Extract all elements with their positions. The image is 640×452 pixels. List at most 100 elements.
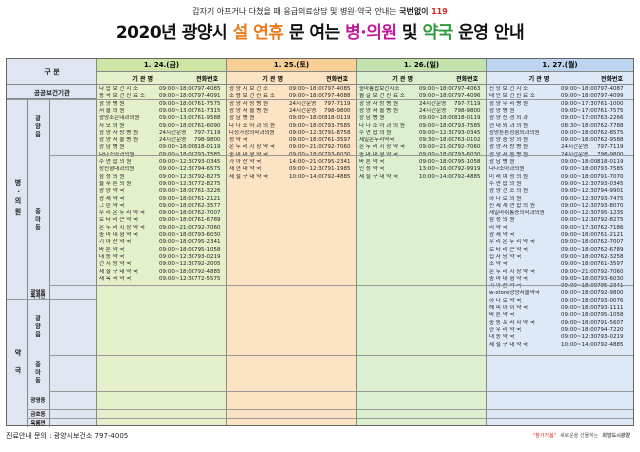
phone-number: 792-8275 (194, 173, 221, 180)
phone-number: 762-3577 (194, 202, 221, 209)
table-row: 제 철 구 내 약 국 10:00~14:00792-4885 (489, 342, 627, 353)
phone-number: 793-7585 (454, 122, 481, 129)
hours: 24시간운영 (561, 144, 589, 151)
col-name-4: 기 관 명 (528, 75, 550, 83)
hours: 09:00~12:30 (561, 195, 597, 202)
facility-name: 기 아 산 약 국 (99, 239, 132, 246)
hours: 09:00~18:00 (561, 159, 597, 165)
facility-name: 광 양 중 앙 의 원 (489, 137, 529, 144)
pharm-gwangyeong-label: 광영동 (30, 398, 46, 404)
hours: 13:00~16:00 (419, 166, 454, 173)
facility-name: 광 양 서 울 병 원 (359, 107, 399, 114)
facility-name: 광 양 서 울 병 원 (229, 107, 269, 114)
facility-name: 하 나 로 약 국 (489, 297, 522, 304)
hours: 09:00~12:30 (561, 217, 597, 224)
hours: 09:30~18:00 (419, 137, 454, 144)
phone-number: 761-2121 (194, 195, 221, 202)
facility-name: 광 양 시 보 건 소 (229, 86, 269, 92)
phone-number: 761-3597 (324, 137, 351, 144)
phone-number: 772-8275 (194, 180, 221, 187)
facility-name: 삼 성 의 원 (489, 217, 515, 224)
phone-number: 763-0102 (454, 137, 481, 144)
phone-number: 792-7060 (454, 144, 481, 151)
facility-name: 우 리 온 누 리 약 국 (489, 239, 535, 246)
hours: 09:00~12:30 (159, 253, 194, 260)
hours: 09:00~18:00 (561, 129, 597, 136)
hours: 09:00~18:00 (289, 122, 324, 129)
hours: 24시간운영 (289, 107, 317, 114)
col-phone-3: 전화번호 (456, 75, 479, 83)
col-name-3: 기 관 명 (392, 75, 414, 83)
hours: 09:00~18:00 (419, 86, 454, 92)
hours: 09:00~13:00 (159, 107, 194, 114)
facility-name: 수 연 합 의 원 (489, 180, 522, 187)
day-subheader-1: 기 관 명 전화번호 (97, 72, 226, 85)
phone-number: 793-0345 (597, 180, 624, 187)
hours: 09:00~18:00 (561, 261, 597, 268)
title-part-g: 운영 안내 (452, 23, 525, 43)
col-phone-2: 전화번호 (326, 75, 349, 83)
facility-name: 제 철 구 내 약 국 (229, 173, 269, 180)
facility-name: 그 린 약 국 (99, 202, 125, 209)
hours: 09:00~18:00 (159, 144, 194, 151)
facility-name: 조 약 국 (489, 261, 508, 268)
pharm-jungma-label: 중마동 (33, 361, 41, 385)
facility-name: 바 른 약 국 (489, 312, 515, 319)
phone-number: 793-0219 (194, 253, 221, 260)
hours: 09:00~18:00 (561, 305, 597, 311)
hours: 09:00~17:00 (561, 107, 597, 114)
day-subheader-3: 기 관 명 전화번호 (357, 72, 486, 85)
phone-number: 793-0076 (597, 297, 624, 304)
hosp-jungma-label: 중마동 (33, 208, 41, 232)
phone-number: 794-9901 (597, 188, 624, 195)
col-name-2: 기 관 명 (262, 75, 284, 83)
facility-name: 온 누 리 시 장 약 국 (489, 268, 535, 275)
phone-number: 792-2005 (194, 261, 221, 268)
phone-number: 761-1000 (597, 100, 624, 107)
phone-number: 792-9919 (454, 166, 481, 173)
phone-number: 795-1058 (597, 312, 624, 319)
facility-name: 광 양 사 랑 병 원 (489, 144, 529, 151)
facility-name: 십 자 당 약 국 (489, 253, 522, 260)
phone-number: 797-4087 (597, 86, 624, 92)
hours: 09:00~18:00 (561, 137, 597, 144)
facility-name: 광 양 서 울 병 원 (99, 137, 139, 144)
day-column-4: 1. 27.(월) 기 관 명 전화번호 진 상 보 건 지 소 09:00~18:… (487, 59, 633, 425)
public-label: 공공보건기관 (7, 85, 97, 99)
note-bold: 국번없이 (399, 7, 429, 16)
facility-name: 서 울 의 원 (99, 107, 125, 114)
phone-number: 798-9800 (454, 107, 481, 114)
phone-number: 762-7186 (597, 224, 624, 231)
hours: 09:00~18:00 (289, 137, 324, 144)
hours: 09:00~18:00 (561, 290, 597, 297)
phone-number: 762-3258 (597, 253, 624, 260)
facility-name: 하 나 로 의 원 (489, 195, 522, 202)
hours: 09:00~17:00 (561, 115, 597, 122)
day-column-3: 1. 26.(일) 기 관 명 전화번호 중마통합보건지소 09:00~18:007… (357, 59, 487, 425)
table-row: 제 철 구 내 약 국 10:00~14:00792-4885 (229, 174, 354, 185)
hours: 09:00~18:00 (159, 217, 194, 224)
hours: 09:00~18:00 (289, 86, 324, 92)
hours: 09:00~18:00 (159, 195, 194, 202)
hours: 09:00~12:30 (561, 202, 597, 209)
phone-number: 797-4085 (324, 86, 351, 92)
facility-name: 광 양 약 국 (99, 188, 125, 195)
note-text: 갑자기 아프거나 다쳤을 때 응급의료상담 및 병원·약국 안내는 (192, 7, 400, 16)
hours: 09:00~18:00 (561, 173, 597, 180)
hours: 09:00~21:00 (561, 268, 597, 275)
facility-name: 광 남 병 원 (359, 115, 385, 122)
hours: 09:00~18:00 (561, 326, 597, 333)
emergency-note: 갑자기 아프거나 다쳤을 때 응급의료상담 및 병원·약국 안내는 국번없이 1… (0, 6, 640, 17)
hours: 24시간운영 (419, 100, 447, 107)
phone-number: 795-2341 (194, 239, 221, 246)
phone-number: 793-6030 (194, 232, 221, 238)
facility-name: 광 양 사 랑 병 원 (229, 100, 269, 107)
facility-name: 수 연 합 의 원 (99, 159, 132, 165)
facility-name: 제 철 구 내 약 국 (489, 341, 529, 348)
facility-name: 제일온누리약국 (359, 137, 395, 144)
schedule-table: 구 분 공공보건기관 병·의원 약 국 광양읍 중마동 광영동 옥곡면 광양읍 … (6, 58, 634, 427)
hours: 24시간운영 (159, 137, 187, 144)
day-subheader-4: 기 관 명 전화번호 (487, 72, 633, 85)
facility-name: 미 래 여 성 의 원 (489, 173, 529, 180)
title-part-a: 2020년 광양시 (115, 23, 233, 43)
